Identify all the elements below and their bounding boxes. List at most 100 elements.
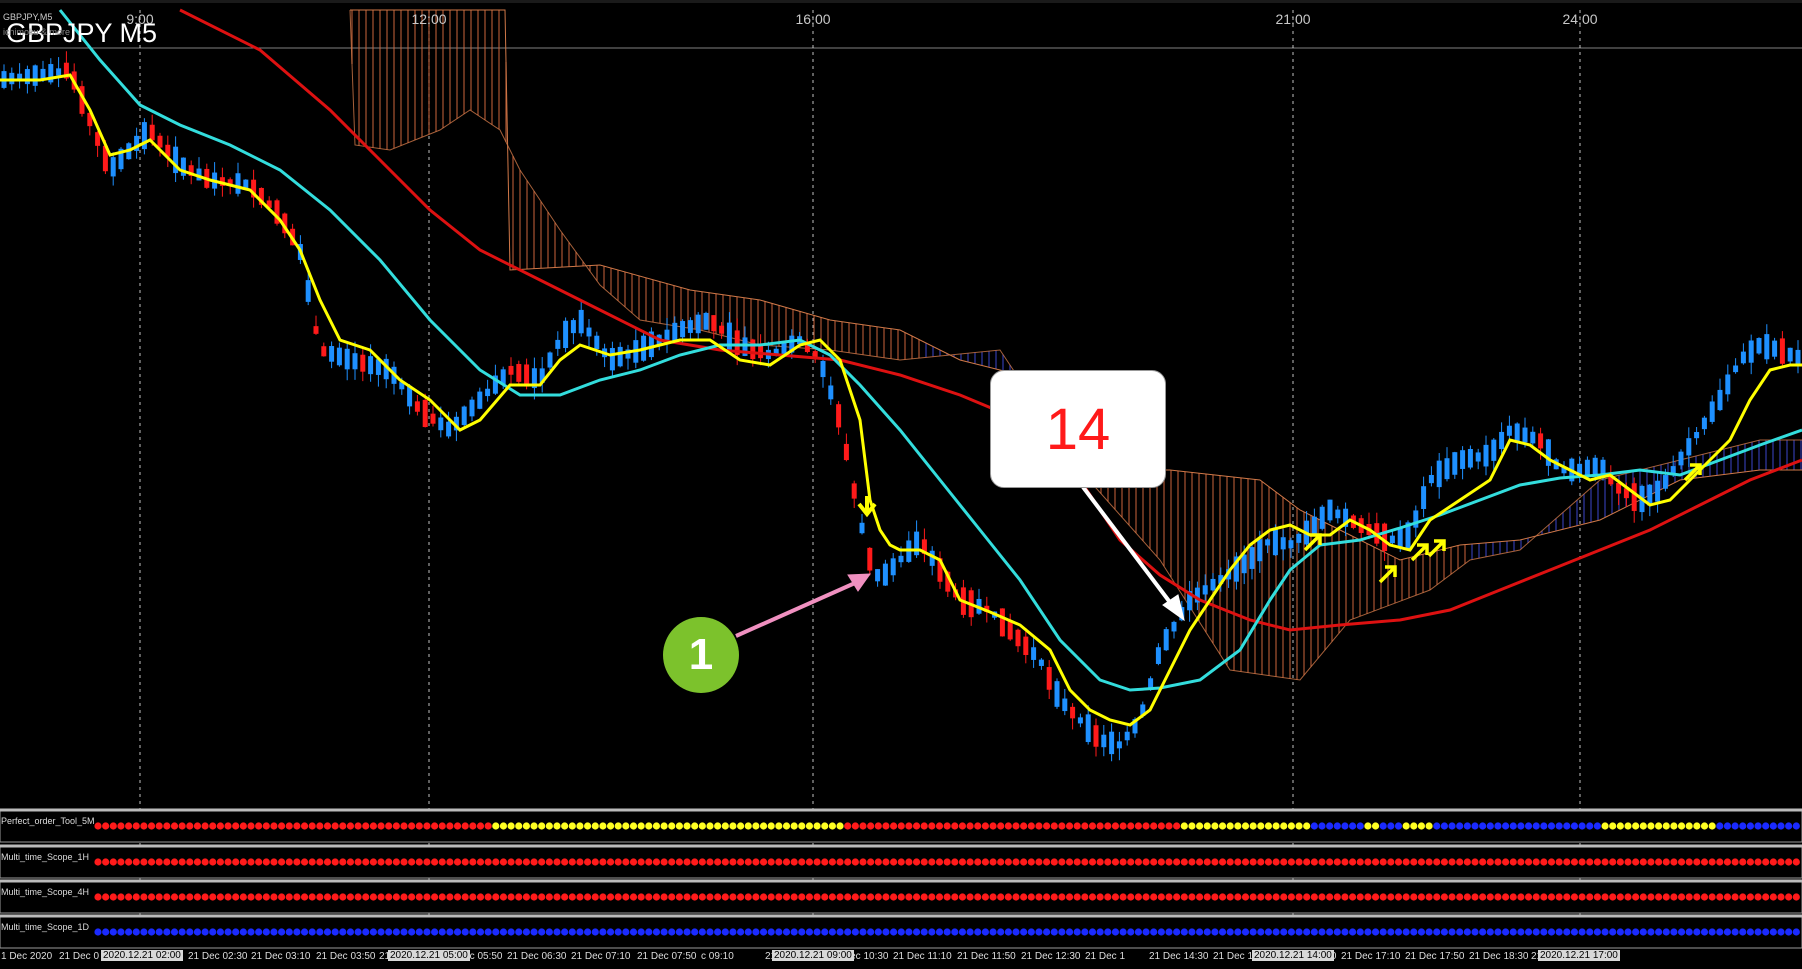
price-chart[interactable] (0, 0, 1802, 969)
indicator-dot (1065, 893, 1074, 901)
indicator-dot (201, 822, 209, 830)
indicator-dot (1655, 928, 1663, 936)
indicator-dot (599, 858, 607, 866)
candle-body (157, 135, 163, 148)
indicator-dot (1379, 858, 1387, 866)
indicator-dot (652, 928, 661, 936)
indicator-dot (1180, 822, 1188, 830)
indicator-dot (201, 858, 209, 866)
indicator-dot (1723, 928, 1732, 936)
indicator-dot (1425, 822, 1433, 830)
indicator-dot (974, 858, 982, 866)
indicator-dot (1708, 893, 1716, 901)
indicator-dot (1027, 928, 1035, 936)
indicator-dot (1127, 893, 1135, 901)
candle-body (1249, 547, 1255, 569)
candle-body (859, 522, 865, 534)
indicator-dot (622, 893, 630, 901)
indicator-dot (1762, 928, 1770, 936)
indicator-dot (767, 858, 775, 866)
indicator-dot (645, 858, 653, 866)
indicator-dot (981, 858, 990, 866)
indicator-dot (431, 893, 439, 901)
indicator-dot (515, 858, 523, 866)
indicator-dot (851, 893, 859, 901)
indicator-dot (652, 822, 661, 830)
indicator-dot (476, 858, 485, 866)
indicator-dot (1486, 893, 1494, 901)
indicator-dot (499, 928, 508, 936)
candle-body (1257, 539, 1263, 562)
indicator-dot (1547, 822, 1556, 830)
candle-body (1093, 725, 1099, 747)
indicator-dot (1211, 928, 1219, 936)
indicator-dot (1104, 822, 1112, 830)
candle-body (1038, 659, 1044, 666)
indicator-dot (1035, 822, 1043, 830)
indicator-dot (408, 928, 416, 936)
candle-body (329, 346, 335, 362)
indicator-dot (828, 858, 837, 866)
indicator-dot (1257, 858, 1265, 866)
indicator-dot (675, 893, 684, 901)
indicator-dot (813, 858, 821, 866)
indicator-dot (270, 893, 278, 901)
indicator-dot (668, 928, 676, 936)
indicator-dot (1394, 928, 1403, 936)
candle-body (867, 547, 873, 571)
indicator-dot (1479, 893, 1487, 901)
indicator-dot (339, 928, 347, 936)
indicator-dot (193, 822, 202, 830)
indicator-dot (1425, 928, 1433, 936)
indicator-dot (354, 928, 362, 936)
indicator-dot (385, 858, 393, 866)
indicator-dot (1257, 893, 1265, 901)
indicator-dot (1211, 858, 1219, 866)
indicator-dot (408, 822, 416, 830)
indicator-dot (683, 858, 691, 866)
indicator-dot (545, 858, 553, 866)
indicator-dot (346, 928, 355, 936)
candle-body (882, 563, 888, 586)
indicator-dot (561, 893, 569, 901)
indicator-dot (354, 858, 362, 866)
indicator-dot (920, 822, 928, 830)
indicator-dot (1486, 822, 1494, 830)
indicator-dot (323, 822, 332, 830)
indicator-dot (997, 893, 1005, 901)
indicator-dot (109, 893, 117, 901)
candle-body (914, 531, 920, 556)
xaxis-label: 21 Dec 0 (59, 951, 100, 962)
indicator-dot (232, 893, 240, 901)
indicator-dot (1655, 893, 1663, 901)
indicator-dot (431, 928, 439, 936)
indicator-dot (1731, 928, 1739, 936)
indicator-dot (1402, 928, 1410, 936)
indicator-dot (147, 822, 156, 830)
indicator-dot (545, 822, 553, 830)
indicator-dot (805, 858, 814, 866)
indicator-dot (1739, 893, 1747, 901)
indicator-dot (1570, 893, 1579, 901)
indicator-dot (1287, 893, 1295, 901)
indicator-dot (1685, 822, 1693, 830)
indicator-dot (1616, 858, 1624, 866)
candle-body (313, 326, 319, 334)
indicator-dot (1762, 893, 1770, 901)
indicator-dot (599, 822, 607, 830)
indicator-dot (1088, 928, 1097, 936)
candle-body (1241, 554, 1247, 574)
indicator-dot (522, 928, 531, 936)
indicator-dot (828, 928, 837, 936)
indicator-dot (1601, 858, 1609, 866)
indicator-dot (117, 893, 125, 901)
indicator-dot (224, 822, 232, 830)
indicator-dot (1027, 858, 1035, 866)
indicator-dot (721, 858, 729, 866)
xaxis-label: 21 Dec 18:30 (1469, 951, 1529, 962)
indicator-dot (1058, 928, 1066, 936)
indicator-dot (1754, 928, 1762, 936)
indicator-dot (935, 928, 944, 936)
indicator-dot (1165, 822, 1173, 830)
candle-body (687, 320, 693, 333)
